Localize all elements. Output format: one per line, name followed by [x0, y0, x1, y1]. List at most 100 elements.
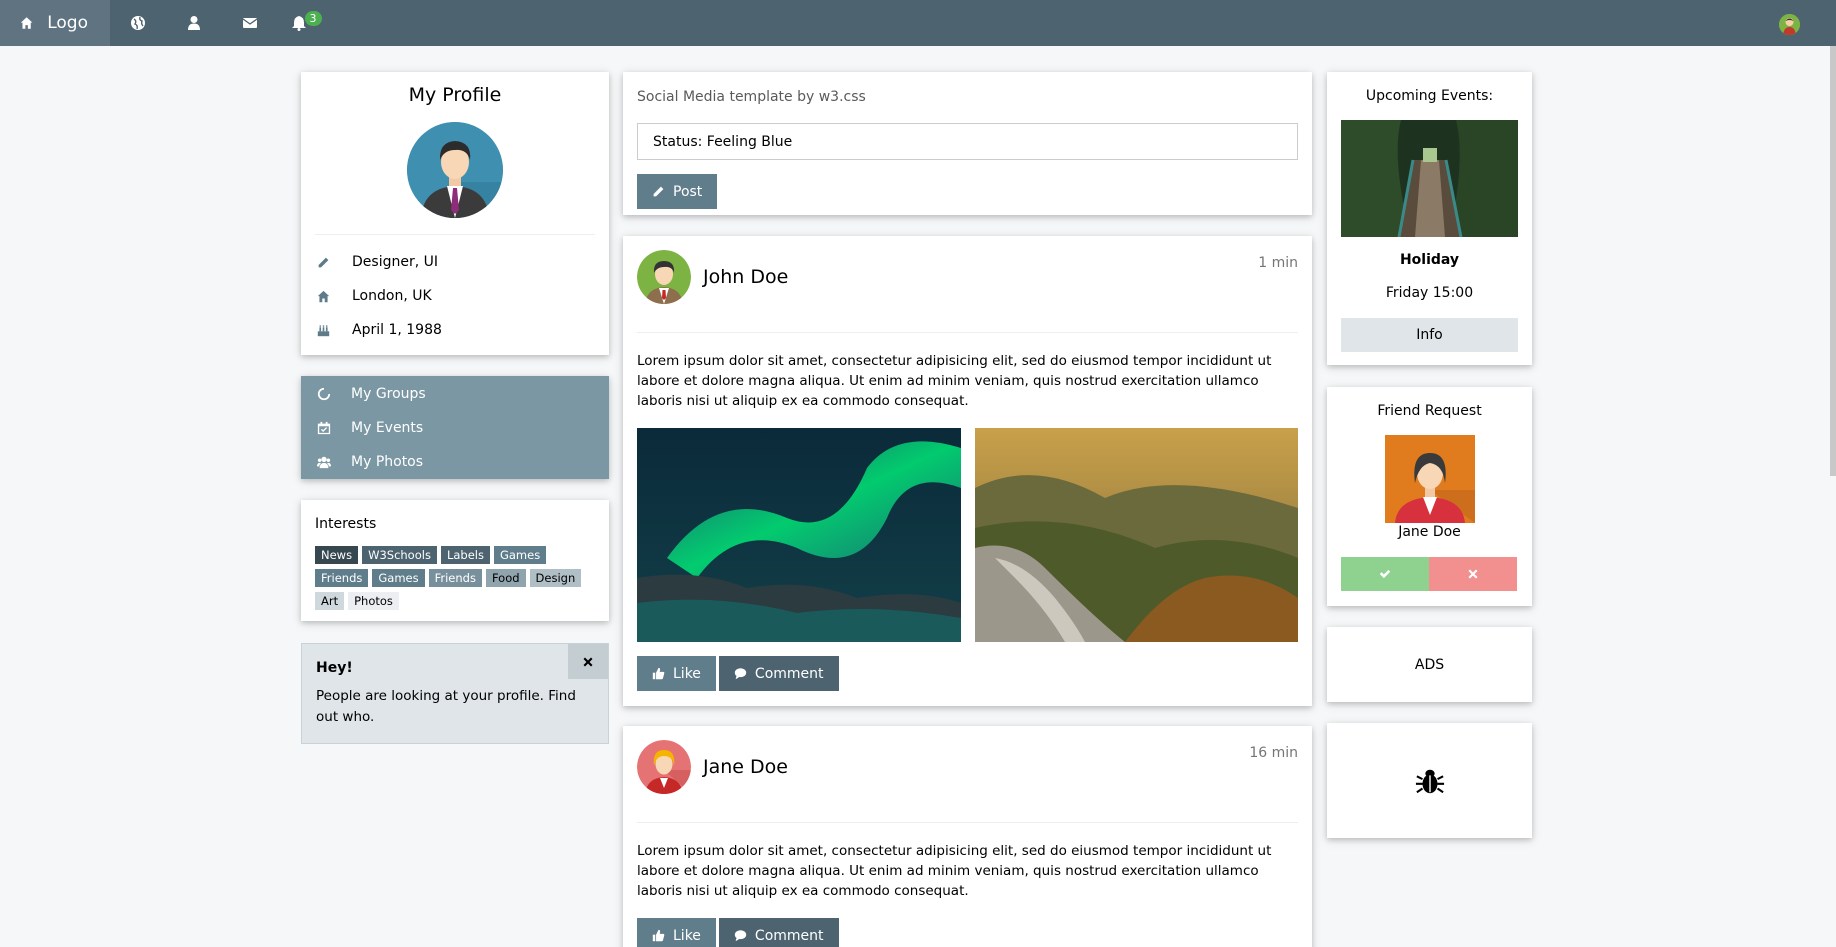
interest-tag[interactable]: Photos — [348, 592, 399, 610]
menu-my-photos-label: My Photos — [351, 454, 424, 470]
menu-my-groups[interactable]: My Groups — [301, 377, 609, 411]
post-header: John Doe — [637, 250, 788, 304]
alert-text: People are looking at your profile. Find… — [316, 688, 576, 725]
nav-messages-link[interactable] — [222, 0, 278, 46]
close-icon — [1468, 569, 1478, 579]
comment-button-label: Comment — [754, 927, 824, 944]
interest-tag[interactable]: Food — [485, 569, 526, 587]
interest-tag[interactable]: News — [315, 546, 359, 564]
friend-request-card: Friend Request Jane Doe — [1327, 387, 1532, 606]
profile-birthday-row: April 1, 1988 — [301, 313, 609, 347]
interest-tag[interactable]: Games — [493, 546, 547, 564]
feed-post: Jane Doe 16 min Lorem ipsum dolor sit am… — [623, 726, 1312, 947]
interests-title: Interests — [315, 516, 377, 532]
circle-notch-icon — [317, 387, 331, 401]
post-divider — [637, 822, 1298, 823]
friend-request-title: Friend Request — [1377, 403, 1482, 419]
menu-my-events-label: My Events — [351, 420, 424, 436]
alert-title: Hey! — [316, 660, 353, 676]
nav-logo-link[interactable]: Logo — [0, 0, 110, 46]
post-author-name[interactable]: John Doe — [703, 266, 788, 288]
user-icon — [188, 16, 200, 30]
globe-icon — [131, 16, 145, 30]
top-navbar: Logo 3 — [0, 0, 1836, 46]
thumbs-up-icon — [652, 667, 665, 680]
profile-divider — [315, 234, 595, 235]
decline-friend-button[interactable] — [1429, 557, 1517, 591]
accept-friend-button[interactable] — [1341, 557, 1429, 591]
menu-my-groups-label: My Groups — [351, 386, 426, 402]
comment-icon — [734, 930, 747, 942]
post-image-mountains[interactable] — [975, 428, 1298, 642]
close-icon — [583, 657, 593, 666]
check-icon — [1379, 569, 1391, 579]
interest-tag[interactable]: Games — [372, 569, 425, 587]
comment-button[interactable]: Comment — [718, 656, 839, 691]
interests-card: Interests News W3Schools Labels Games Fr… — [301, 500, 609, 621]
ads-card: ADS — [1327, 627, 1532, 702]
profile-birthday: April 1, 1988 — [352, 322, 442, 338]
bug-card — [1327, 723, 1532, 838]
profile-title: My Profile — [408, 84, 502, 106]
post-actions: Like Comment — [637, 656, 839, 691]
profile-card: My Profile Designer, UI London, UK April… — [301, 72, 609, 355]
home-icon — [20, 17, 33, 29]
post-button[interactable]: Post — [637, 174, 718, 209]
post-text: Lorem ipsum dolor sit amet, consectetur … — [637, 353, 1272, 409]
envelope-icon — [242, 18, 258, 28]
event-image-forest[interactable] — [1341, 120, 1518, 237]
profile-views-alert: Hey! People are looking at your profile.… — [301, 643, 609, 744]
like-button-label: Like — [673, 927, 701, 944]
post-image-aurora[interactable] — [637, 428, 961, 642]
profile-location: London, UK — [352, 288, 432, 304]
post-time: 16 min — [1249, 745, 1298, 761]
profile-menu-card: My Groups My Events My Photos — [301, 376, 609, 479]
comment-icon — [734, 668, 747, 680]
logo-label: Logo — [47, 13, 88, 33]
menu-my-events[interactable]: My Events — [301, 411, 609, 445]
interest-tags: News W3Schools Labels Games Friends Game… — [301, 546, 609, 610]
thumbs-up-icon — [652, 929, 665, 942]
interest-tag[interactable]: Design — [529, 569, 582, 587]
ads-label: ADS — [1414, 656, 1445, 673]
post-header: Jane Doe — [637, 740, 788, 794]
post-text: Lorem ipsum dolor sit amet, consectetur … — [637, 843, 1272, 899]
composer-heading: Social Media template by w3.css — [637, 89, 866, 105]
users-icon — [317, 456, 331, 469]
like-button[interactable]: Like — [637, 656, 716, 691]
account-avatar[interactable] — [1779, 14, 1800, 35]
like-button[interactable]: Like — [637, 918, 716, 947]
birthday-cake-icon — [317, 324, 330, 336]
status-input[interactable] — [637, 123, 1298, 160]
pencil-icon — [653, 186, 664, 197]
nav-news-link[interactable] — [110, 0, 166, 46]
profile-avatar — [407, 122, 503, 218]
nav-account-link[interactable] — [166, 0, 222, 46]
friend-request-avatar[interactable] — [1385, 435, 1475, 523]
post-author-avatar[interactable] — [637, 250, 691, 304]
post-author-avatar[interactable] — [637, 740, 691, 794]
events-title: Upcoming Events: — [1365, 88, 1494, 104]
bug-icon[interactable] — [1415, 766, 1445, 796]
interest-tag[interactable]: W3Schools — [362, 546, 437, 564]
calendar-check-icon — [317, 421, 331, 435]
post-divider — [637, 332, 1298, 333]
post-time: 1 min — [1258, 255, 1298, 271]
alert-close-button[interactable] — [568, 644, 608, 679]
post-author-name[interactable]: Jane Doe — [703, 756, 788, 778]
interest-tag[interactable]: Friends — [428, 569, 482, 587]
interest-tag[interactable]: Art — [315, 592, 345, 610]
profile-job: Designer, UI — [352, 254, 438, 270]
upcoming-events-card: Upcoming Events: Holiday Friday 15:00 In… — [1327, 72, 1532, 365]
page-scrollbar[interactable] — [1830, 46, 1836, 476]
post-button-label: Post — [673, 183, 703, 200]
friend-request-name: Jane Doe — [1398, 524, 1461, 540]
event-info-button[interactable]: Info — [1341, 318, 1518, 352]
nav-notifications-button[interactable]: 3 — [278, 0, 334, 46]
interest-tag[interactable]: Labels — [440, 546, 490, 564]
interest-tag[interactable]: Friends — [315, 569, 369, 587]
home-icon — [317, 290, 330, 302]
status-composer-card: Social Media template by w3.css Post — [623, 72, 1312, 215]
comment-button[interactable]: Comment — [718, 918, 839, 947]
menu-my-photos[interactable]: My Photos — [301, 445, 609, 479]
